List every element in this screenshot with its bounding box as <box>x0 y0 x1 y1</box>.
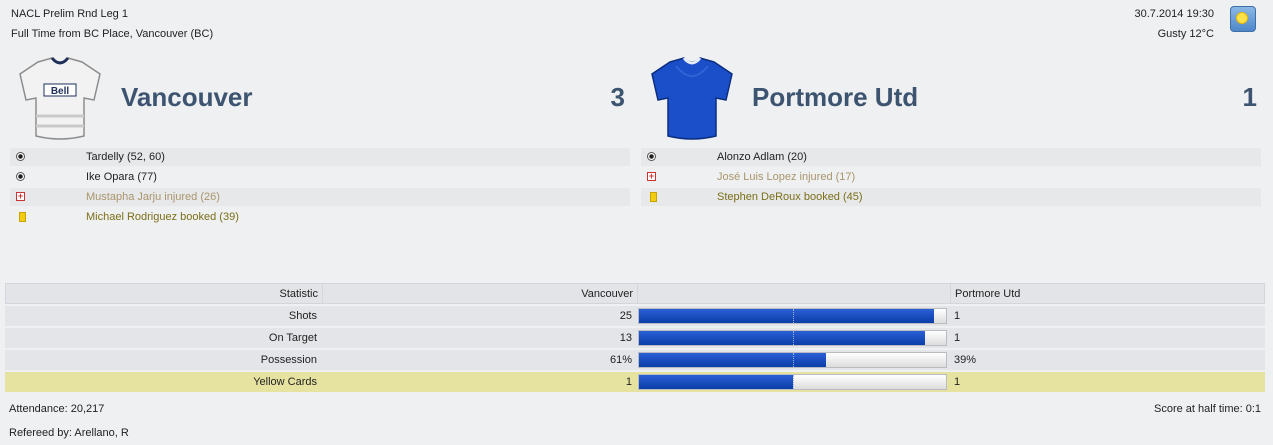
event-text[interactable]: Alonzo Adlam (20) <box>717 151 807 163</box>
venue-line: Full Time from BC Place, Vancouver (BC) <box>11 28 214 40</box>
event-text[interactable]: José Luis Lopez injured (17) <box>717 171 855 183</box>
list-item: Ike Opara (77) <box>10 168 630 186</box>
stat-bar <box>638 352 947 368</box>
event-text[interactable]: Stephen DeRoux booked (45) <box>717 191 863 203</box>
halftime-score-label: Score at half time: 0:1 <box>1154 403 1261 415</box>
stat-home-value: 13 <box>619 332 632 344</box>
stat-bar-fill <box>639 309 934 323</box>
weather-text: Gusty 12°C <box>1157 28 1214 40</box>
svg-text:Bell: Bell <box>51 86 70 97</box>
white-shirt-icon: Bell <box>14 56 106 142</box>
stat-bar-fill <box>639 375 793 389</box>
competition-label: NACL Prelim Rnd Leg 1 <box>11 8 128 20</box>
ball-icon <box>16 152 25 161</box>
yellow-card-icon <box>650 192 657 202</box>
header-statistic[interactable]: Statistic <box>6 288 318 300</box>
table-row: Possession 61% 39% <box>5 350 1265 370</box>
list-item: + José Luis Lopez injured (17) <box>641 168 1261 186</box>
stat-bar-fill <box>639 331 925 345</box>
stat-home-value: 25 <box>619 310 632 322</box>
stat-bar <box>638 330 947 346</box>
stat-bar <box>638 374 947 390</box>
stat-home-value: 61% <box>609 354 632 366</box>
header-away[interactable]: Portmore Utd <box>955 288 1020 300</box>
stat-bar-fill <box>639 353 827 367</box>
away-score: 1 <box>1242 82 1257 112</box>
stat-bar <box>638 308 947 324</box>
table-row: Shots 25 1 <box>5 306 1265 326</box>
event-text[interactable]: Tardelly (52, 60) <box>86 151 165 163</box>
ball-icon <box>16 172 25 181</box>
stat-label: On Target <box>268 332 317 344</box>
list-item: Tardelly (52, 60) <box>10 148 630 166</box>
event-text[interactable]: Mustapha Jarju injured (26) <box>86 191 220 203</box>
event-text[interactable]: Ike Opara (77) <box>86 171 157 183</box>
home-score: 3 <box>610 82 625 112</box>
stat-away-value: 1 <box>954 310 961 322</box>
attendance-label: Attendance: 20,217 <box>9 403 105 415</box>
stat-away-value: 1 <box>954 332 961 344</box>
yellow-card-icon <box>19 212 26 222</box>
home-events-list: Tardelly (52, 60) Ike Opara (77) + Musta… <box>10 148 630 228</box>
home-team-name[interactable]: Vancouver <box>121 82 253 113</box>
table-row: On Target 13 1 <box>5 328 1265 348</box>
event-text[interactable]: Michael Rodriguez booked (39) <box>86 211 239 223</box>
stat-home-value: 1 <box>625 376 632 388</box>
list-item: + Mustapha Jarju injured (26) <box>10 188 630 206</box>
injury-icon: + <box>16 191 25 201</box>
injury-icon: + <box>647 171 656 181</box>
sun-icon <box>1230 6 1256 32</box>
table-header: Statistic Vancouver Portmore Utd <box>5 283 1265 304</box>
match-stats-table: Statistic Vancouver Portmore Utd Shots 2… <box>5 283 1265 394</box>
blue-shirt-icon <box>646 56 738 142</box>
ball-icon <box>647 152 656 161</box>
list-item: Michael Rodriguez booked (39) <box>10 208 630 226</box>
table-row: Yellow Cards 1 1 <box>5 372 1265 392</box>
stat-label: Possession <box>260 354 317 366</box>
match-datetime: 30.7.2014 19:30 <box>1134 8 1214 20</box>
away-team-name[interactable]: Portmore Utd <box>752 82 918 113</box>
referee-label: Refereed by: Arellano, R <box>9 427 129 439</box>
stat-away-value: 39% <box>954 354 977 366</box>
list-item: Stephen DeRoux booked (45) <box>641 188 1261 206</box>
list-item: Alonzo Adlam (20) <box>641 148 1261 166</box>
away-events-list: Alonzo Adlam (20) + José Luis Lopez inju… <box>641 148 1261 208</box>
header-home[interactable]: Vancouver <box>326 288 633 300</box>
stat-label: Yellow Cards <box>253 376 317 388</box>
stat-label: Shots <box>288 310 317 322</box>
stat-away-value: 1 <box>954 376 961 388</box>
